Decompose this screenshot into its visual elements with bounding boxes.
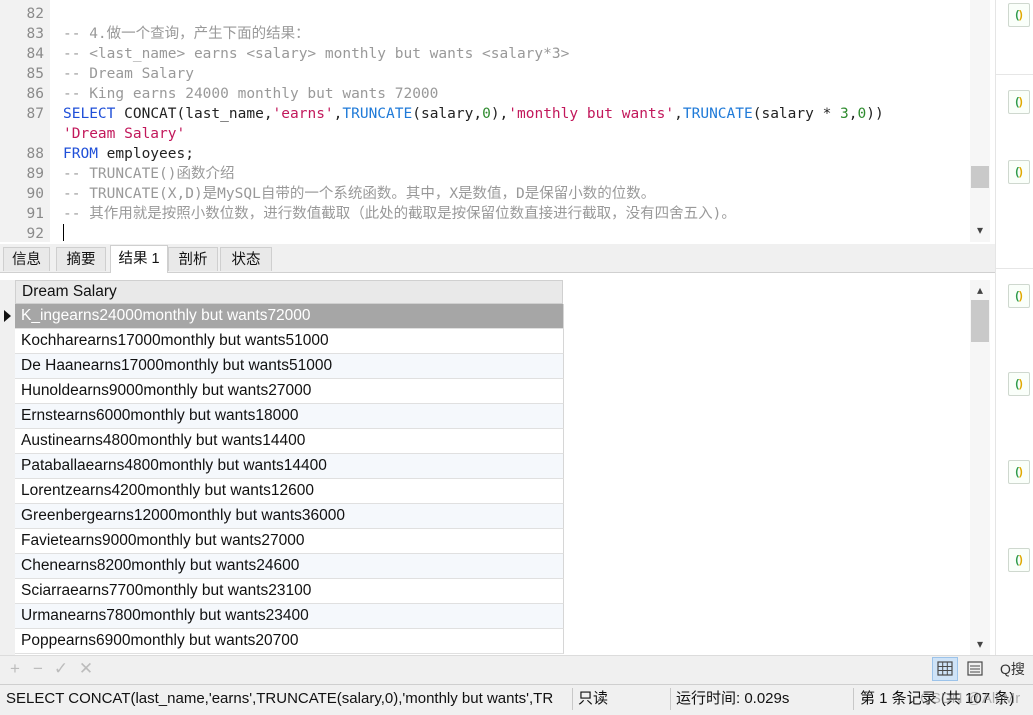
grid-toolbar bbox=[0, 655, 1033, 684]
code-comment-line: -- 4.做一个查询，产生下面的结果： bbox=[63, 26, 310, 42]
table-row[interactable]: Chenearns8200monthly but wants24600 bbox=[15, 554, 564, 579]
editor-scrollbar[interactable] bbox=[970, 0, 990, 242]
status-readonly: 只读 bbox=[578, 690, 609, 707]
sql-keyword: SELECT bbox=[63, 106, 116, 122]
tab-result-1[interactable]: 结果 1 bbox=[110, 245, 168, 273]
divider bbox=[572, 688, 573, 710]
status-runtime: 运行时间: 0.029s bbox=[676, 690, 790, 707]
line-number-gutter: 82 83 84 85 86 87 88 89 90 91 92 bbox=[0, 0, 50, 242]
sql-text: (last_name, bbox=[176, 106, 273, 122]
code-comment-line: -- 其作用就是按照小数位数，进行数值截取（此处的截取是按保留位数直接进行截取，… bbox=[63, 206, 736, 222]
table-row[interactable]: Greenbergearns12000monthly but wants3600… bbox=[15, 504, 564, 529]
status-query-text: SELECT CONCAT(last_name,'earns',TRUNCATE… bbox=[6, 690, 554, 707]
add-record-button[interactable]: + bbox=[6, 659, 24, 679]
table-row[interactable]: Pataballaearns4800monthly but wants14400 bbox=[15, 454, 564, 479]
tab-summary[interactable]: 摘要 bbox=[56, 247, 106, 271]
discard-changes-button[interactable]: ✕ bbox=[77, 659, 95, 679]
divider bbox=[670, 688, 671, 710]
sql-function: TRUNCATE bbox=[342, 106, 413, 122]
tab-status[interactable]: 状态 bbox=[220, 247, 272, 271]
sql-string: 'earns' bbox=[272, 106, 334, 122]
code-comment-line: -- TRUNCATE()函数介绍 bbox=[63, 166, 235, 182]
sql-text: , bbox=[848, 106, 858, 122]
table-row[interactable]: Hunoldearns9000monthly but wants27000 bbox=[15, 379, 564, 404]
sql-number: 3 bbox=[840, 106, 849, 122]
divider bbox=[996, 74, 1033, 75]
table-row[interactable]: Kochharearns17000monthly but wants51000 bbox=[15, 329, 564, 354]
divider bbox=[996, 268, 1033, 269]
sql-text: )) bbox=[866, 106, 884, 122]
grid-view-icon bbox=[937, 661, 953, 676]
code-select-line: SELECT CONCAT(last_name,'earns',TRUNCATE… bbox=[63, 104, 884, 124]
line-number: 91 bbox=[26, 206, 44, 222]
delete-record-button[interactable]: − bbox=[29, 659, 47, 679]
editor-scroll-thumb[interactable] bbox=[971, 166, 989, 188]
sql-text: (salary, bbox=[412, 106, 483, 122]
tab-profile[interactable]: 剖析 bbox=[168, 247, 218, 271]
code-alias-line: 'Dream Salary' bbox=[63, 126, 186, 142]
table-row[interactable]: Poppearns6900monthly but wants20700 bbox=[15, 629, 564, 654]
line-number: 86 bbox=[26, 86, 44, 102]
sql-editor[interactable]: 82 83 84 85 86 87 88 89 90 91 92 -- 4.做一… bbox=[0, 0, 970, 242]
current-row-arrow-icon bbox=[4, 310, 11, 322]
snippet-icon[interactable]: () bbox=[1008, 90, 1030, 114]
sql-function: TRUNCATE bbox=[682, 106, 753, 122]
row-indicator-column bbox=[0, 280, 15, 655]
tab-info[interactable]: 信息 bbox=[3, 247, 50, 271]
line-number: 89 bbox=[26, 166, 44, 182]
sql-keyword: FROM bbox=[63, 146, 98, 162]
line-number: 83 bbox=[26, 26, 44, 42]
grid-scroll-thumb[interactable] bbox=[971, 300, 989, 342]
column-header[interactable]: Dream Salary bbox=[15, 280, 563, 304]
table-row[interactable]: Ernstearns6000monthly but wants18000 bbox=[15, 404, 564, 429]
watermark: CSDN @Ali.Mr bbox=[920, 690, 1021, 707]
line-number: 85 bbox=[26, 66, 44, 82]
line-number: 84 bbox=[26, 46, 44, 62]
sql-number: 0 bbox=[482, 106, 491, 122]
code-comment-line: -- King earns 24000 monthly but wants 72… bbox=[63, 86, 439, 102]
sql-string: 'monthly but wants' bbox=[508, 106, 675, 122]
line-number: 90 bbox=[26, 186, 44, 202]
table-row[interactable]: Favietearns9000monthly but wants27000 bbox=[15, 529, 564, 554]
snippet-icon[interactable]: () bbox=[1008, 3, 1030, 27]
sql-function: CONCAT bbox=[124, 106, 177, 122]
snippet-icon[interactable]: () bbox=[1008, 548, 1030, 572]
code-from-line: FROM employees; bbox=[63, 144, 194, 164]
sql-text: (salary * bbox=[752, 106, 841, 122]
table-row[interactable]: Lorentzearns4200monthly but wants12600 bbox=[15, 479, 564, 504]
grid-view-button[interactable] bbox=[932, 657, 958, 681]
search-button[interactable]: Q搜 bbox=[1000, 657, 1033, 681]
snippet-icon[interactable]: () bbox=[1008, 160, 1030, 184]
line-number: 82 bbox=[26, 6, 44, 22]
sql-text: , bbox=[674, 106, 683, 122]
table-row[interactable]: Urmanearns7800monthly but wants23400 bbox=[15, 604, 564, 629]
sql-text: employees; bbox=[97, 146, 194, 162]
code-comment-line: -- <last_name> earns <salary> monthly bu… bbox=[63, 46, 570, 62]
line-number: 92 bbox=[26, 226, 44, 242]
line-number: 88 bbox=[26, 146, 44, 162]
sql-number: 0 bbox=[857, 106, 867, 122]
chevron-down-icon[interactable]: ▾ bbox=[972, 636, 988, 652]
snippet-icon[interactable]: () bbox=[1008, 284, 1030, 308]
text-caret bbox=[63, 224, 64, 241]
apply-changes-button[interactable]: ✓ bbox=[52, 659, 70, 679]
table-row[interactable]: Austinearns4800monthly but wants14400 bbox=[15, 429, 564, 454]
table-row[interactable]: K_ingearns24000monthly but wants72000 bbox=[15, 304, 564, 329]
table-row[interactable]: Sciarraearns7700monthly but wants23100 bbox=[15, 579, 564, 604]
form-view-icon bbox=[967, 661, 983, 676]
table-row[interactable]: De Haanearns17000monthly but wants51000 bbox=[15, 354, 564, 379]
divider bbox=[853, 688, 854, 710]
form-view-button[interactable] bbox=[962, 657, 988, 681]
chevron-down-icon[interactable]: ▾ bbox=[972, 222, 988, 238]
code-comment-line: -- Dream Salary bbox=[63, 66, 194, 82]
snippet-icon[interactable]: () bbox=[1008, 372, 1030, 396]
line-number: 87 bbox=[26, 106, 44, 122]
code-comment-line: -- TRUNCATE(X,D)是MySQL自带的一个系统函数。其中，X是数值，… bbox=[63, 186, 656, 202]
snippet-icon[interactable]: () bbox=[1008, 460, 1030, 484]
chevron-up-icon[interactable]: ▴ bbox=[972, 282, 988, 298]
sql-text: ), bbox=[490, 106, 509, 122]
